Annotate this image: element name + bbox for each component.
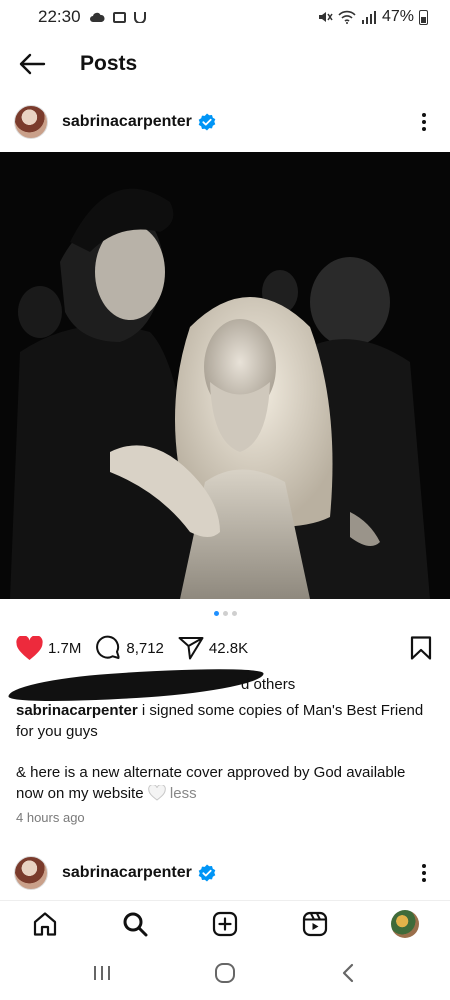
- post-caption: sabrinacarpenter i signed some copies of…: [16, 700, 436, 804]
- recent-apps-button[interactable]: [72, 951, 132, 995]
- post-actions: 1.7M 8,712 42.8K: [0, 632, 450, 664]
- more-options-button[interactable]: [412, 110, 436, 134]
- send-icon: [178, 637, 204, 660]
- like-count[interactable]: 1.7M: [48, 640, 81, 657]
- verified-badge-icon: [198, 864, 216, 882]
- caption-text-2: & here is a new alternate cover approved…: [16, 764, 406, 802]
- status-right: 47%: [317, 8, 428, 26]
- post-timestamp: 4 hours ago: [16, 810, 85, 825]
- battery-icon: [419, 9, 428, 25]
- status-time: 22:30: [38, 7, 81, 26]
- signal-icon: [361, 11, 376, 24]
- verified-badge-icon: [198, 113, 216, 131]
- nav-reels[interactable]: [293, 902, 337, 946]
- carousel-dot-active: [213, 611, 219, 616]
- share-count[interactable]: 42.8K: [209, 640, 248, 657]
- notification-icon: [112, 11, 126, 23]
- caption-username[interactable]: sabrinacarpenter: [16, 702, 138, 719]
- comment-count[interactable]: 8,712: [126, 640, 164, 657]
- arrow-left-icon: [19, 53, 46, 75]
- liked-by-text: d others: [241, 676, 296, 693]
- back-chevron-icon: [343, 963, 354, 983]
- post-header: sabrinacarpenter: [0, 98, 450, 146]
- photo-illustration: [0, 152, 450, 599]
- create-icon: [212, 911, 238, 936]
- profile-avatar: [391, 909, 419, 938]
- comment-button[interactable]: 8,712: [95, 635, 164, 661]
- white-heart-icon: [147, 785, 166, 801]
- home-system-button[interactable]: [195, 951, 255, 995]
- nav-create[interactable]: [203, 902, 247, 946]
- nav-search[interactable]: [113, 902, 157, 946]
- less-link[interactable]: less: [166, 785, 197, 802]
- avatar[interactable]: [14, 856, 48, 890]
- back-button[interactable]: [2, 40, 62, 88]
- status-bar: 22:30 47%: [0, 0, 450, 34]
- avatar[interactable]: [14, 105, 48, 139]
- wifi-icon: [338, 10, 356, 24]
- reels-icon: [302, 911, 328, 936]
- nav-home[interactable]: [23, 902, 67, 946]
- cloud-icon: [89, 12, 105, 22]
- carousel-indicator: [0, 611, 450, 616]
- comment-icon: [96, 635, 120, 659]
- recent-apps-icon: [93, 966, 110, 980]
- mute-icon: [318, 12, 333, 22]
- post-header: sabrinacarpenter: [0, 849, 450, 897]
- liked-by[interactable]: d others: [0, 663, 450, 707]
- post-username[interactable]: sabrinacarpenter: [62, 864, 192, 882]
- carousel-dot: [222, 611, 228, 616]
- home-circle-icon: [214, 963, 235, 983]
- header: Posts: [0, 40, 450, 88]
- post-username[interactable]: sabrinacarpenter: [62, 113, 192, 131]
- bottom-nav: [0, 900, 450, 946]
- caption-first: sabrinacarpenter i signed some copies of…: [16, 700, 436, 742]
- post-photo[interactable]: [0, 152, 450, 599]
- nav-profile[interactable]: [383, 902, 427, 946]
- search-icon: [123, 912, 148, 936]
- shield-notification-icon: [133, 12, 146, 23]
- page-title: Posts: [80, 52, 138, 75]
- status-left: 22:30: [38, 7, 146, 27]
- like-button[interactable]: 1.7M: [16, 635, 81, 661]
- carousel-dot: [231, 611, 237, 616]
- battery-text: 47%: [381, 8, 414, 25]
- home-icon: [33, 911, 57, 936]
- heart-filled-icon: [16, 635, 43, 660]
- caption-second: & here is a new alternate cover approved…: [16, 762, 436, 804]
- system-nav: [0, 946, 450, 1000]
- save-button[interactable]: [410, 636, 432, 665]
- back-system-button[interactable]: [318, 951, 378, 995]
- bookmark-icon: [410, 636, 432, 660]
- more-options-button[interactable]: [412, 861, 436, 885]
- share-button[interactable]: 42.8K: [178, 636, 248, 660]
